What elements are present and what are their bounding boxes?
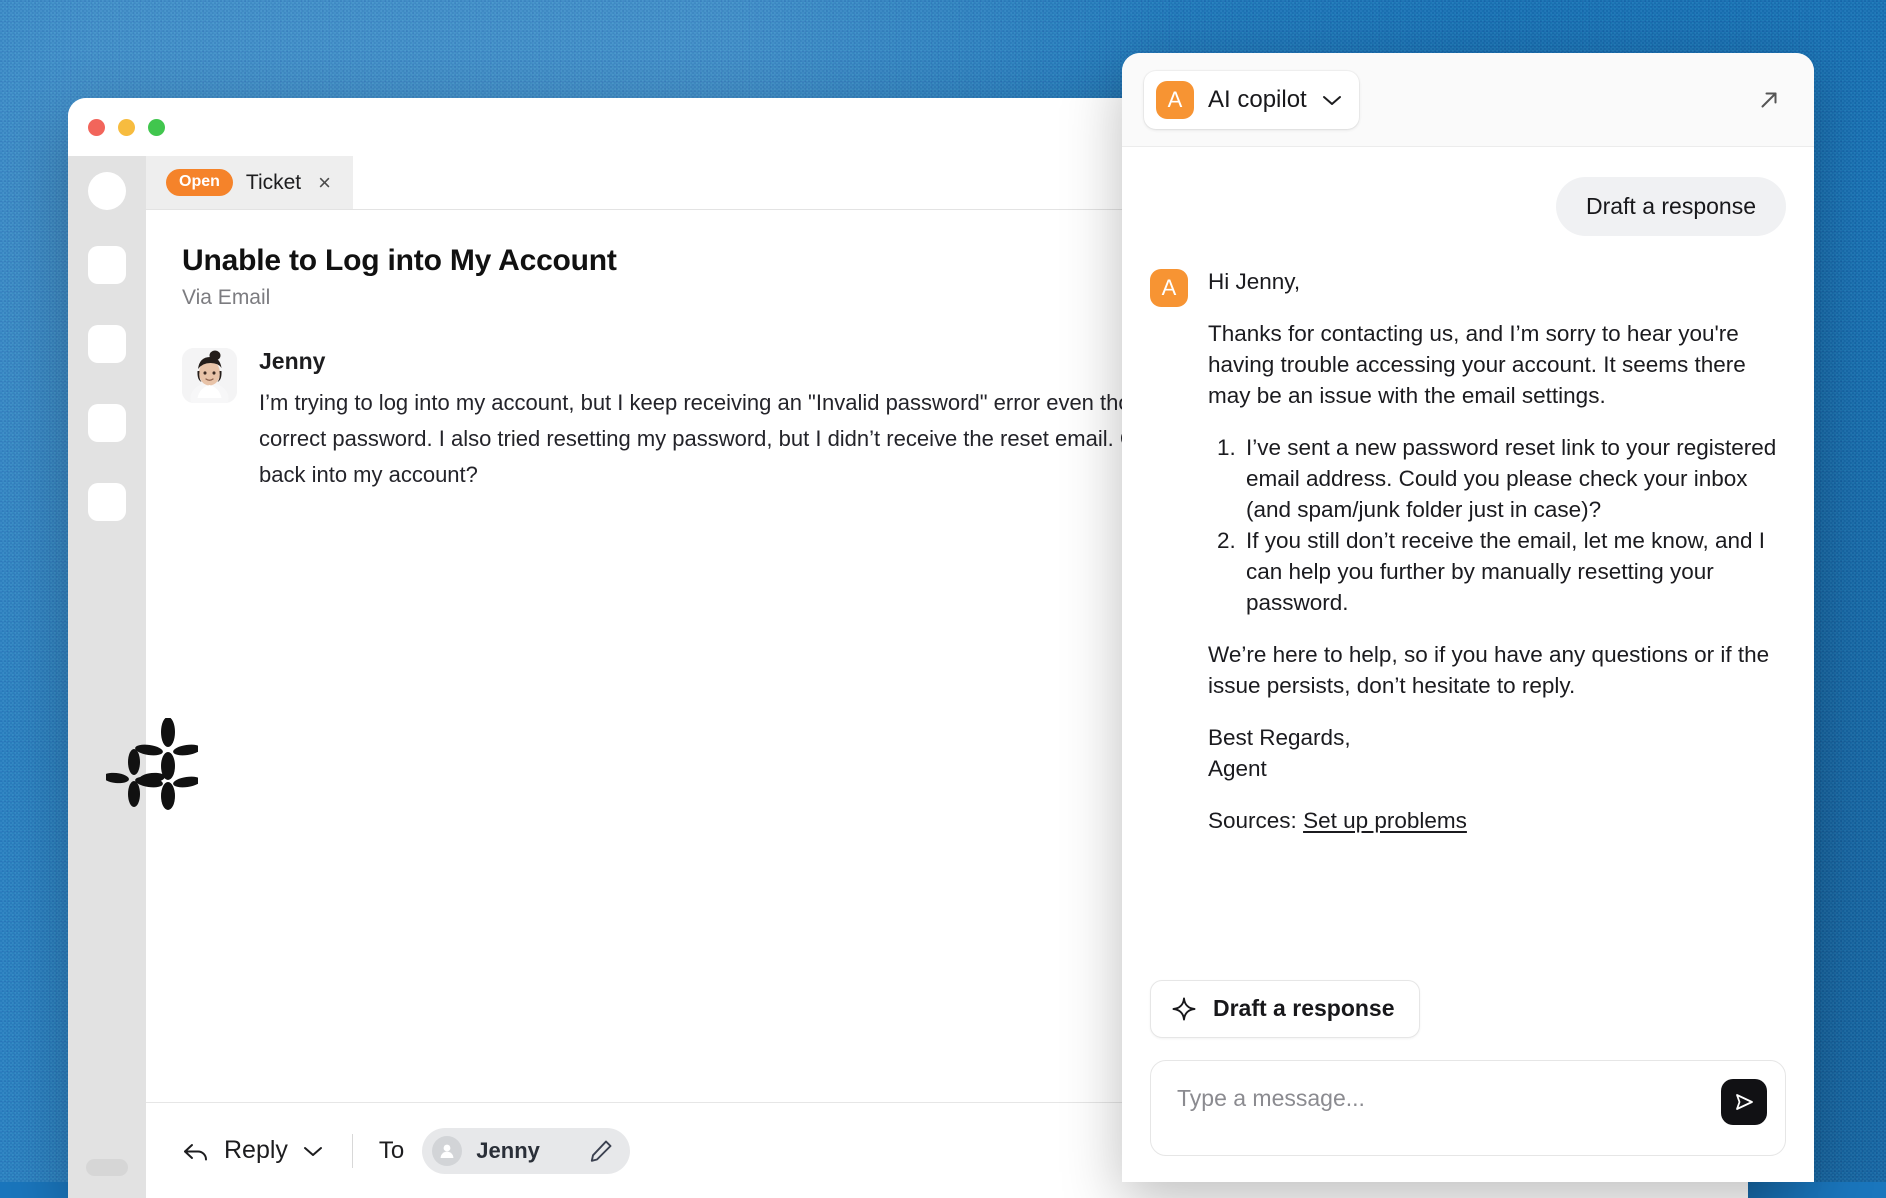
sparkle-icon [1171,996,1197,1022]
ai-avatar: A [1150,269,1188,307]
ai-greeting: Hi Jenny, [1208,269,1301,294]
reply-label: Reply [224,1136,288,1164]
source-link[interactable]: Set up problems [1303,808,1467,833]
recipient-avatar-icon [432,1135,463,1166]
ai-step-1: I’ve sent a new password reset link to y… [1242,432,1786,525]
ai-steps-list: I’ve sent a new password reset link to y… [1208,432,1786,618]
status-badge: Open [166,169,233,196]
rail-bottom-pill[interactable] [86,1159,128,1176]
chevron-down-icon [1321,93,1343,107]
user-message-bubble: Draft a response [1555,177,1786,236]
send-message-button[interactable] [1721,1079,1767,1125]
minimize-window-button[interactable] [118,118,135,136]
sources-label: Sources: [1208,808,1297,833]
copilot-footer: Draft a response Type a message... [1122,980,1814,1182]
recipient-name: Jenny [476,1137,540,1163]
sidebar-item-3[interactable] [88,404,126,442]
tab-label: Ticket [245,170,302,194]
composer-placeholder: Type a message... [1177,1085,1365,1111]
sidebar-item-1[interactable] [88,246,126,284]
copilot-switcher[interactable]: A AI copilot [1144,70,1359,129]
ai-message-body: Hi Jenny, Thanks for contacting us, and … [1208,266,1786,836]
to-label: To [378,1136,405,1164]
draft-a-response-button[interactable]: Draft a response [1150,980,1420,1038]
left-rail [68,156,146,1198]
ai-closing: We’re here to help, so if you have any q… [1208,642,1770,698]
ai-signoff-line2: Agent [1208,756,1267,781]
ai-step-2: If you still don’t receive the email, le… [1242,525,1786,618]
expand-panel-icon[interactable] [1748,79,1790,121]
sidebar-item-4[interactable] [88,483,126,521]
recipient-chip[interactable]: Jenny [422,1127,630,1174]
copilot-title: AI copilot [1208,85,1307,113]
copilot-avatar: A [1156,80,1194,119]
ai-sources: Sources: Set up problems [1208,805,1786,836]
ai-signoff-line1: Best Regards, [1208,725,1351,750]
reply-divider [351,1133,353,1168]
copilot-header: A AI copilot [1122,53,1814,147]
copilot-conversation: Draft a response A Hi Jenny, Thanks for … [1122,147,1814,980]
ai-intro: Thanks for contacting us, and I’m sorry … [1208,321,1746,408]
draft-a-response-label: Draft a response [1213,995,1395,1021]
message-composer[interactable]: Type a message... [1150,1060,1786,1156]
close-tab-icon[interactable]: × [314,171,335,194]
chevron-down-icon [303,1146,322,1156]
user-message-row: Draft a response [1150,177,1786,236]
ai-signoff: Best Regards, Agent [1208,722,1786,784]
avatar [182,348,237,403]
avatar-photo [182,348,237,403]
traffic-lights [88,118,165,136]
tab-ticket[interactable]: Open Ticket × [146,156,353,209]
reply-button[interactable]: Reply [182,1136,324,1165]
rail-avatar[interactable] [88,172,126,210]
reply-arrow-icon [184,1143,207,1160]
edit-recipient-icon[interactable] [588,1138,614,1164]
ai-message-row: A Hi Jenny, Thanks for contacting us, an… [1150,266,1786,836]
sidebar-item-2[interactable] [88,325,126,363]
close-window-button[interactable] [88,118,105,136]
zoom-window-button[interactable] [148,118,165,136]
ai-copilot-panel: A AI copilot Draft a response A Hi Jenny… [1122,53,1814,1182]
